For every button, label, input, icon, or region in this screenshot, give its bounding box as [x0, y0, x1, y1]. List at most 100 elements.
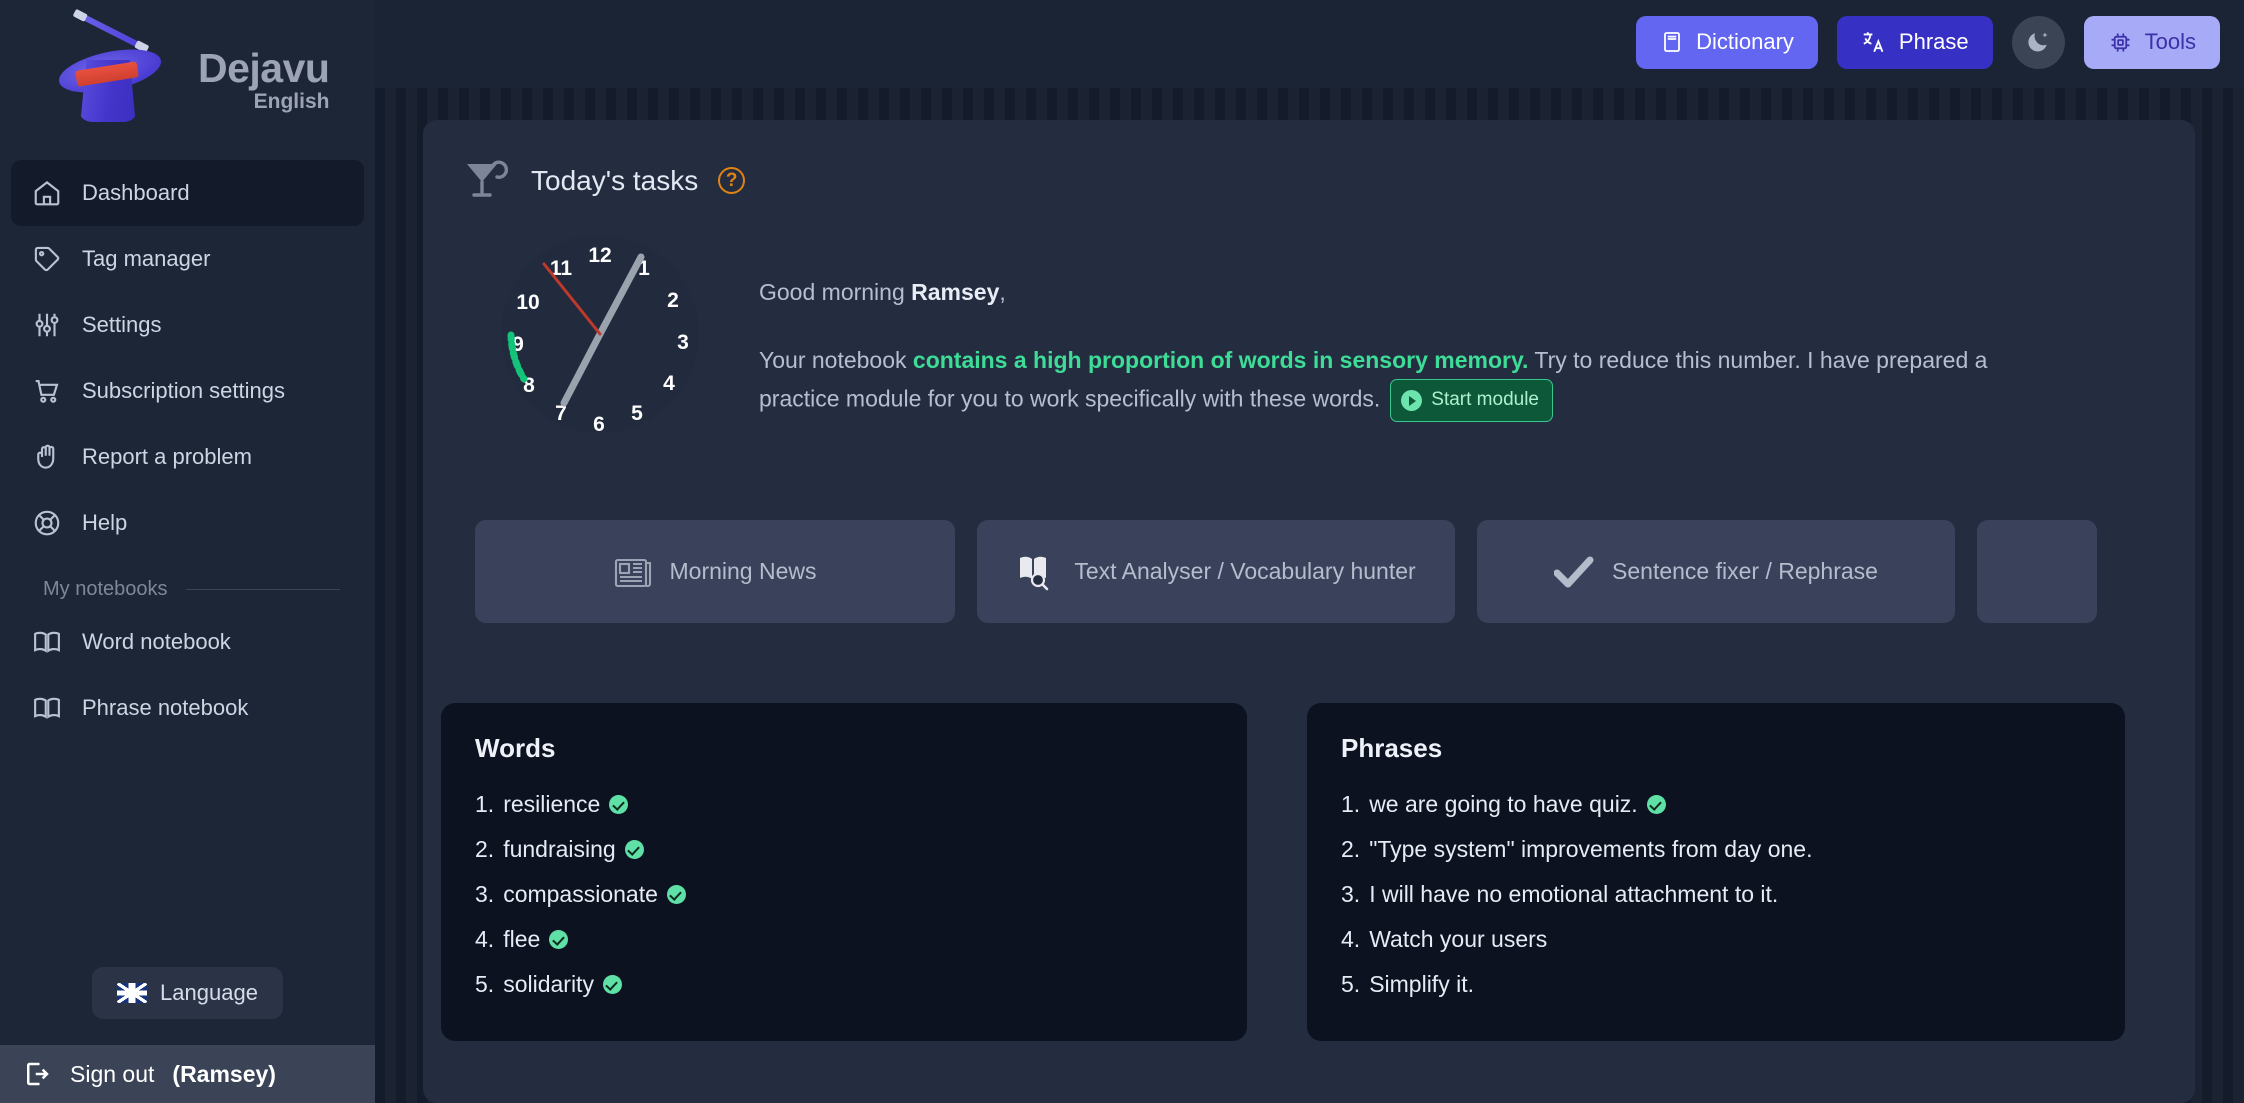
item-text: "Type system" improvements from day one.: [1369, 836, 1813, 862]
list-item[interactable]: 2. "Type system" improvements from day o…: [1341, 827, 2091, 872]
tools-label: Tools: [2144, 29, 2196, 54]
svg-text:2: 2: [667, 289, 679, 312]
check-badge-icon: [549, 930, 569, 949]
greeting-column: Good morning Ramsey, Your notebook conta…: [723, 227, 2195, 442]
uk-flag-icon: [117, 983, 148, 1003]
item-text: resilience: [503, 791, 601, 817]
sidebar-item-report-a-problem[interactable]: Report a problem: [11, 424, 364, 490]
module-card-morning-news[interactable]: Morning News: [475, 520, 955, 623]
module-shortcuts-row: Morning News Text Analyser / Vocabulary …: [423, 442, 2195, 623]
item-number: 2.: [1341, 836, 1361, 862]
item-number: 4.: [1341, 926, 1361, 952]
language-label: Language: [160, 980, 258, 1005]
item-number: 3.: [475, 881, 495, 907]
magic-hat-icon: [52, 10, 184, 140]
tag-icon: [32, 244, 62, 274]
sidebar-item-tag-manager[interactable]: Tag manager: [11, 226, 364, 292]
app-root: Dejavu English Dashboard Tag manager Set…: [0, 0, 2244, 1103]
sidebar-item-label: Word notebook: [82, 629, 231, 654]
list-item[interactable]: 4. flee: [475, 917, 1213, 962]
sidebar-item-help[interactable]: Help: [11, 490, 364, 556]
tools-button[interactable]: Tools: [2083, 15, 2220, 69]
list-item[interactable]: 5. solidarity: [475, 962, 1213, 1007]
item-number: 4.: [475, 926, 495, 952]
book-icon: [32, 693, 62, 723]
help-icon[interactable]: ?: [718, 167, 746, 194]
greeting-line: Good morning Ramsey,: [759, 279, 2135, 306]
sidebar: Dejavu English Dashboard Tag manager Set…: [0, 0, 375, 1103]
greeting-suffix: ,: [999, 279, 1006, 305]
sidebar-item-dashboard[interactable]: Dashboard: [11, 160, 364, 226]
sidebar-item-word-notebook[interactable]: Word notebook: [11, 609, 364, 675]
home-icon: [32, 178, 62, 208]
dictionary-label: Dictionary: [1696, 29, 1794, 54]
translate-icon: [1863, 32, 1884, 53]
svg-text:3: 3: [677, 331, 689, 354]
sidebar-item-subscription-settings[interactable]: Subscription settings: [11, 358, 364, 424]
sign-out-label: Sign out: [70, 1060, 155, 1087]
brand-name: Dejavu: [198, 45, 330, 91]
chip-icon: [2111, 33, 2130, 51]
words-panel: Words 1. resilience 2. fundraising 3. co…: [441, 703, 1247, 1041]
phrases-panel-title: Phrases: [1341, 733, 1443, 763]
card-header: Today's tasks ?: [423, 120, 2195, 205]
module-label: Text Analyser / Vocabulary hunter: [1074, 558, 1416, 584]
summary-row: 12 1 2 3 4 5 6 7 8 9 10 11 Good morning …: [423, 205, 2195, 442]
divider: [185, 589, 340, 590]
sidebar-item-phrase-notebook[interactable]: Phrase notebook: [11, 675, 364, 741]
svg-text:4: 4: [663, 372, 675, 395]
list-item[interactable]: 2. fundraising: [475, 827, 1213, 872]
list-item[interactable]: 1. we are going to have quiz.: [1341, 782, 2091, 827]
check-icon: [1554, 556, 1594, 587]
item-text: solidarity: [503, 971, 594, 997]
lists-row: Words 1. resilience 2. fundraising 3. co…: [423, 623, 2195, 1041]
sign-out-user: (Ramsey): [172, 1060, 276, 1087]
list-item[interactable]: 4. Watch your users: [1341, 917, 2091, 962]
notebooks-header-label: My notebooks: [43, 578, 168, 600]
newspaper-icon: [614, 558, 651, 587]
sidebar-item-label: Help: [82, 510, 128, 535]
sign-out-button[interactable]: Sign out (Ramsey): [0, 1045, 375, 1103]
item-number: 1.: [1341, 791, 1361, 817]
module-card-partial[interactable]: [1977, 520, 2097, 623]
phrases-list: 1. we are going to have quiz. 2. "Type s…: [1341, 782, 2091, 1007]
item-text: Watch your users: [1369, 926, 1548, 952]
logout-icon: [27, 1062, 49, 1086]
item-number: 2.: [475, 836, 495, 862]
theme-toggle-button[interactable]: [2011, 15, 2065, 69]
check-badge-icon: [1646, 795, 1666, 814]
dictionary-button[interactable]: Dictionary: [1636, 15, 1818, 69]
sidebar-item-label: Report a problem: [82, 444, 252, 469]
list-item[interactable]: 1. resilience: [475, 782, 1213, 827]
hand-icon: [32, 442, 62, 472]
module-card-text-analyser[interactable]: Text Analyser / Vocabulary hunter: [977, 520, 1455, 623]
item-text: I will have no emotional attachment to i…: [1369, 881, 1779, 907]
list-item[interactable]: 5. Simplify it.: [1341, 962, 2091, 1007]
sidebar-item-settings[interactable]: Settings: [11, 292, 364, 358]
clock-column: 12 1 2 3 4 5 6 7 8 9 10 11: [423, 227, 723, 442]
module-label: Sentence fixer / Rephrase: [1612, 558, 1878, 584]
list-item[interactable]: 3. compassionate: [475, 872, 1213, 917]
notebook-advice-paragraph: Your notebook contains a high proportion…: [759, 342, 2019, 423]
item-text: flee: [503, 926, 541, 952]
book-icon: [1664, 32, 1681, 52]
list-item[interactable]: 3. I will have no emotional attachment t…: [1341, 872, 2091, 917]
svg-text:6: 6: [593, 413, 605, 436]
phrase-button[interactable]: Phrase: [1836, 15, 1993, 69]
brand-logo[interactable]: Dejavu English: [0, 0, 375, 160]
language-button[interactable]: Language: [92, 967, 283, 1019]
brand-subtitle: English: [253, 90, 330, 113]
phrase-label: Phrase: [1898, 29, 1969, 54]
greeting-prefix: Good morning: [759, 279, 912, 305]
book-icon: [32, 627, 62, 657]
words-list: 1. resilience 2. fundraising 3. compassi…: [475, 782, 1213, 1007]
check-badge-icon: [602, 975, 622, 994]
item-number: 1.: [475, 791, 495, 817]
start-module-button[interactable]: Start module: [1390, 379, 1553, 423]
check-badge-icon: [666, 885, 686, 904]
item-text: compassionate: [503, 881, 658, 907]
item-number: 3.: [1341, 881, 1361, 907]
item-number: 5.: [475, 971, 495, 997]
greeting-user-name: Ramsey: [911, 279, 1000, 305]
module-card-sentence-fixer[interactable]: Sentence fixer / Rephrase: [1477, 520, 1955, 623]
